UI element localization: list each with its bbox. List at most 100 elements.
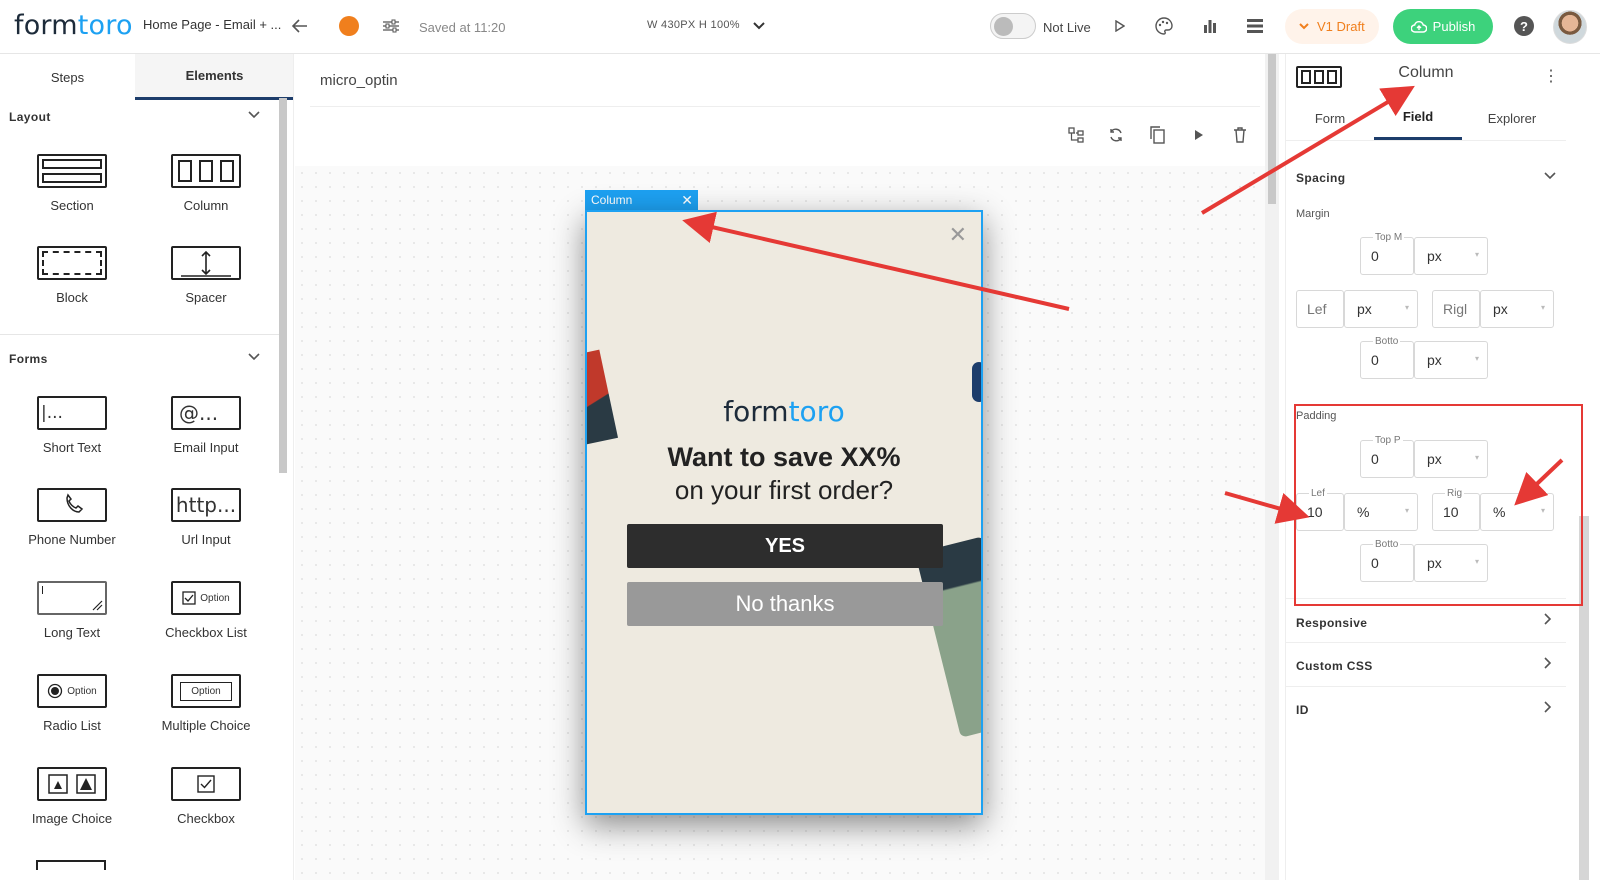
close-icon[interactable]: ✕ bbox=[681, 190, 693, 210]
element-label: Section bbox=[50, 198, 94, 213]
duplicate-icon[interactable] bbox=[1148, 126, 1166, 144]
version-draft-button[interactable]: V1 Draft bbox=[1285, 9, 1379, 44]
id-section-header[interactable]: ID bbox=[1296, 703, 1309, 717]
scrollbar-thumb[interactable] bbox=[1268, 54, 1276, 204]
user-avatar[interactable] bbox=[1553, 10, 1587, 44]
element-label: Multiple Choice bbox=[161, 718, 251, 733]
spacing-section-header[interactable]: Spacing bbox=[1296, 171, 1345, 185]
chevron-down-icon[interactable] bbox=[1544, 168, 1556, 183]
element-checkbox[interactable]: Checkbox bbox=[146, 767, 266, 826]
formtoro-logo[interactable]: formtoro bbox=[14, 10, 133, 41]
divider bbox=[1286, 140, 1566, 141]
unit-value: px bbox=[1427, 352, 1442, 368]
theme-color-swatch[interactable] bbox=[339, 16, 359, 36]
page-breadcrumb[interactable]: Home Page - Email + ... bbox=[143, 17, 281, 32]
tab-steps[interactable]: Steps bbox=[0, 54, 135, 100]
chevron-down-icon[interactable] bbox=[248, 350, 260, 364]
element-checkbox-list[interactable]: Option Checkbox List bbox=[146, 581, 266, 640]
element-block[interactable]: Block bbox=[12, 246, 132, 305]
tab-explorer[interactable]: Explorer bbox=[1462, 96, 1562, 140]
option-text: Option bbox=[200, 592, 230, 604]
element-phone-number[interactable]: Phone Number bbox=[12, 488, 132, 547]
tab-elements[interactable]: Elements bbox=[135, 54, 293, 100]
margin-top-unit-select[interactable]: px ▾ bbox=[1414, 237, 1488, 275]
field-label: Botto bbox=[1373, 336, 1401, 347]
elements-panel: Steps Elements Layout Section Column Blo… bbox=[0, 54, 294, 880]
option-text: Option bbox=[180, 681, 232, 701]
dropdown-caret-icon: ▾ bbox=[1404, 303, 1409, 312]
back-arrow-icon[interactable] bbox=[288, 14, 312, 38]
margin-top-input[interactable]: Top M 0 bbox=[1360, 232, 1414, 275]
tab-field[interactable]: Field bbox=[1374, 96, 1462, 140]
live-toggle[interactable] bbox=[990, 13, 1036, 39]
margin-bottom-input[interactable]: Botto 0 bbox=[1360, 336, 1414, 379]
element-label: Radio List bbox=[43, 718, 101, 733]
canvas-scrollbar[interactable] bbox=[1265, 54, 1279, 880]
column-tag-label: Column bbox=[591, 193, 633, 207]
custom-css-section-header[interactable]: Custom CSS bbox=[1296, 659, 1373, 673]
chevron-down-icon[interactable] bbox=[747, 14, 771, 38]
element-section[interactable]: Section bbox=[12, 154, 132, 213]
yes-button[interactable]: YES bbox=[627, 524, 943, 568]
margin-left-unit-select[interactable]: px ▾ bbox=[1344, 290, 1418, 328]
help-icon[interactable]: ? bbox=[1514, 16, 1534, 36]
element-spacer[interactable]: Spacer bbox=[146, 246, 266, 305]
element-label: Email Input bbox=[173, 440, 239, 455]
structure-tree-icon[interactable] bbox=[1067, 126, 1085, 144]
element-email-input[interactable]: @... Email Input bbox=[146, 396, 266, 455]
dropdown-caret-icon: ▾ bbox=[1540, 303, 1545, 312]
margin-left-input[interactable]: Lef bbox=[1296, 290, 1344, 328]
list-icon[interactable] bbox=[1243, 14, 1267, 38]
dropdown-caret-icon: ▾ bbox=[1474, 250, 1479, 259]
layout-section-header[interactable]: Layout bbox=[9, 110, 51, 124]
chevron-right-icon[interactable] bbox=[1544, 613, 1552, 628]
forms-section-header[interactable]: Forms bbox=[9, 352, 48, 366]
refresh-icon[interactable] bbox=[1107, 126, 1125, 144]
settings-sliders-icon[interactable] bbox=[379, 14, 403, 38]
element-url-input[interactable]: http... Url Input bbox=[146, 488, 266, 547]
publish-label: Publish bbox=[1432, 19, 1476, 34]
element-multiple-choice[interactable]: Option Multiple Choice bbox=[146, 674, 266, 733]
left-scrollbar[interactable] bbox=[279, 98, 287, 473]
element-image-choice[interactable]: Image Choice bbox=[12, 767, 132, 826]
section-icon bbox=[37, 154, 107, 188]
popup-close-icon[interactable]: ✕ bbox=[949, 222, 967, 248]
email-icon: @... bbox=[171, 396, 241, 430]
field-label: Top M bbox=[1373, 232, 1405, 243]
preview-play-icon[interactable] bbox=[1108, 14, 1132, 38]
more-options-icon[interactable]: ⋮ bbox=[1543, 66, 1559, 86]
element-radio-list[interactable]: Option Radio List bbox=[12, 674, 132, 733]
popup-subline: on your first order? bbox=[674, 475, 894, 505]
trash-icon[interactable] bbox=[1231, 126, 1249, 144]
chevron-right-icon[interactable] bbox=[1544, 701, 1552, 716]
chevron-down-icon[interactable] bbox=[248, 108, 260, 122]
logo-text-form: form bbox=[723, 395, 789, 428]
divider bbox=[1286, 642, 1566, 643]
toggle-knob bbox=[994, 17, 1013, 36]
margin-right-input[interactable]: Rigl bbox=[1432, 290, 1480, 328]
option-text: Option bbox=[67, 685, 97, 697]
palette-icon[interactable] bbox=[1152, 14, 1176, 38]
responsive-section-header[interactable]: Responsive bbox=[1296, 616, 1367, 630]
viewport-dimensions[interactable]: W 430PX H 100% bbox=[647, 19, 740, 31]
element-short-text[interactable]: |... Short Text bbox=[12, 396, 132, 455]
no-thanks-button[interactable]: No thanks bbox=[627, 582, 943, 626]
draft-label: V1 Draft bbox=[1317, 19, 1365, 34]
analytics-bar-chart-icon[interactable] bbox=[1198, 14, 1222, 38]
play-icon[interactable] bbox=[1190, 126, 1208, 144]
margin-right-unit-select[interactable]: px ▾ bbox=[1480, 290, 1554, 328]
top-bar: formtoro Home Page - Email + ... Saved a… bbox=[0, 0, 1600, 54]
checkbox-list-icon: Option bbox=[171, 581, 241, 615]
checkbox-checked-icon bbox=[182, 591, 196, 605]
element-label: Long Text bbox=[43, 625, 101, 640]
tab-form[interactable]: Form bbox=[1286, 96, 1374, 140]
element-long-text[interactable]: Long Text bbox=[12, 581, 132, 640]
element-column[interactable]: Column bbox=[146, 154, 266, 213]
publish-button[interactable]: Publish bbox=[1393, 9, 1493, 44]
chevron-right-icon[interactable] bbox=[1544, 657, 1552, 672]
margin-bottom-unit-select[interactable]: px ▾ bbox=[1414, 341, 1488, 379]
selected-column-tag[interactable]: Column ✕ bbox=[585, 190, 698, 210]
popup-preview[interactable]: ✕ formtoro Want to save XX% on your firs… bbox=[585, 210, 983, 815]
element-label: Block bbox=[56, 290, 88, 305]
element-label: Image Choice bbox=[31, 811, 113, 826]
